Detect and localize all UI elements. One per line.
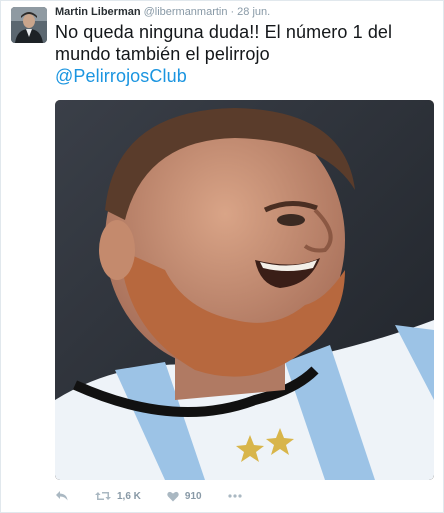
reply-button[interactable] [55,490,69,502]
author-name[interactable]: Martin Liberman [55,6,141,18]
like-button[interactable]: 910 [167,491,202,502]
avatar[interactable] [11,7,47,43]
mention-link[interactable]: @PelirrojosClub [55,65,439,87]
tweet-timestamp[interactable]: 28 jun. [237,6,270,18]
retweet-icon [95,492,111,500]
tweet-actions: 1,6 K 910 [55,487,268,505]
retweet-button[interactable]: 1,6 K [95,490,141,502]
reply-icon [56,491,68,501]
tweet-photo[interactable] [55,100,434,480]
retweet-count: 1,6 K [117,490,141,502]
tweet-body: No queda ninguna duda!! El número 1 del … [55,22,393,64]
tweet-card: Martin Liberman @libermanmartin · 28 jun. N… [0,0,444,513]
heart-icon [167,491,179,501]
separator-dot: · [230,6,235,18]
tweet-header: Martin Liberman @libermanmartin · 28 jun. [55,6,270,18]
author-handle[interactable]: @libermanmartin [144,6,228,18]
like-count: 910 [184,490,202,502]
tweet-text: No queda ninguna duda!! El número 1 del … [55,21,439,87]
more-button[interactable] [227,494,242,498]
more-icon [227,494,242,498]
